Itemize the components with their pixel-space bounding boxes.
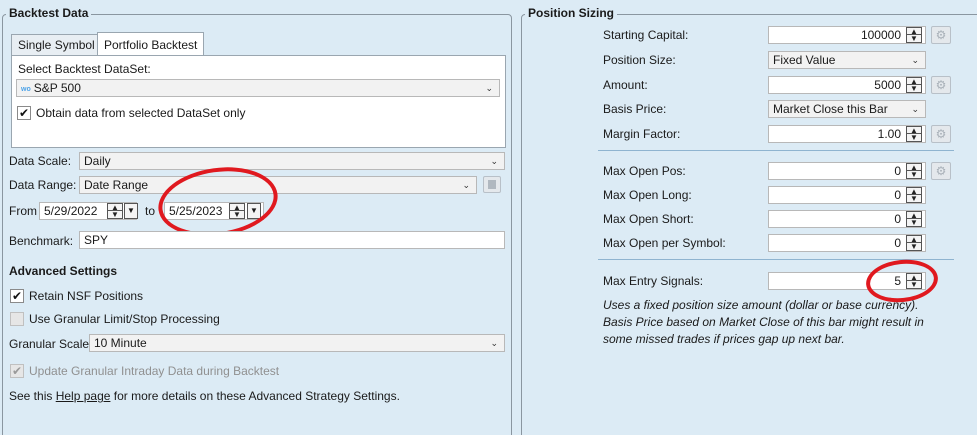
spin-down-icon[interactable]: ▼ [108,211,122,219]
max-open-short-spinner[interactable]: ▲ ▼ [906,211,922,227]
retain-nsf-label: Retain NSF Positions [29,289,144,303]
amount-label: Amount: [603,78,648,92]
amount-input[interactable]: 5000 [768,76,926,94]
spin-down-icon[interactable]: ▼ [907,85,921,93]
max-entry-signals-label: Max Entry Signals: [603,274,704,288]
position-size-select[interactable]: Fixed Value ⌄ [768,51,926,69]
basis-price-label: Basis Price: [603,102,667,116]
data-scale-select[interactable]: Daily ⌄ [79,152,505,170]
divider [598,150,954,151]
margin-factor-gear-icon[interactable]: ⚙ [931,125,951,143]
note-line-2: Basis Price based on Market Close of thi… [603,315,924,329]
spin-down-icon[interactable]: ▼ [907,171,921,179]
from-label: From [9,204,37,218]
spin-down-icon[interactable]: ▼ [907,35,921,43]
position-size-value: Fixed Value [773,53,836,67]
dataset-only-checkbox[interactable]: ✔ [17,106,31,120]
max-open-symbol-input[interactable]: 0 [768,234,926,252]
data-scale-label: Data Scale: [9,154,72,168]
note-line-1: Uses a fixed position size amount (dolla… [603,298,919,312]
tab-single-symbol[interactable]: Single Symbol [11,34,102,56]
starting-capital-label: Starting Capital: [603,28,689,42]
margin-factor-spinner[interactable]: ▲ ▼ [906,126,922,142]
spin-down-icon[interactable]: ▼ [907,195,921,203]
dataset-value: S&P 500 [33,81,81,95]
help-text: See this Help page for more details on t… [9,389,400,403]
max-open-symbol-label: Max Open per Symbol: [603,236,726,250]
tab-portfolio-backtest[interactable]: Portfolio Backtest [97,32,205,56]
position-sizing-title: Position Sizing [525,6,617,20]
data-range-select[interactable]: Date Range ⌄ [79,176,477,194]
max-open-long-label: Max Open Long: [603,188,692,202]
granular-scale-value: 10 Minute [94,336,147,350]
help-page-link[interactable]: Help page [56,389,111,403]
note-line-3: some missed trades if prices gap up next… [603,332,845,346]
position-size-label: Position Size: [603,53,676,67]
dataset-select[interactable]: wo S&P 500 ⌄ [16,79,500,97]
save-icon[interactable] [483,176,501,193]
to-label-text: to [145,204,156,218]
from-date-spinner[interactable]: ▲ ▼ [107,203,123,219]
max-open-pos-spinner[interactable]: ▲ ▼ [906,163,922,179]
amount-gear-icon[interactable]: ⚙ [931,76,951,94]
max-open-symbol-spinner[interactable]: ▲ ▼ [906,235,922,251]
spin-down-icon[interactable]: ▼ [907,219,921,227]
data-range-value: Date Range [84,178,149,192]
granular-limit-checkbox[interactable] [10,312,24,326]
starting-capital-gear-icon[interactable]: ⚙ [931,26,951,44]
granular-limit-label: Use Granular Limit/Stop Processing [29,312,220,326]
benchmark-input[interactable]: SPY [79,231,505,249]
max-open-short-input[interactable]: 0 [768,210,926,228]
max-open-pos-input[interactable]: 0 [768,162,926,180]
max-open-pos-label: Max Open Pos: [603,164,686,178]
granular-scale-select[interactable]: 10 Minute ⌄ [89,334,505,352]
data-scale-value: Daily [84,154,111,168]
spin-down-icon[interactable]: ▼ [907,243,921,251]
update-granular-checkbox[interactable]: ✔ [10,364,24,378]
max-open-pos-gear-icon[interactable]: ⚙ [931,162,951,180]
advanced-settings-heading: Advanced Settings [9,264,118,278]
basis-price-value: Market Close this Bar [773,102,888,116]
chevron-down-icon: ⌄ [490,156,498,166]
help-prefix: See this [9,389,53,403]
spin-down-icon[interactable]: ▼ [907,134,921,142]
chevron-down-icon: ⌄ [911,55,919,65]
benchmark-label: Benchmark: [9,234,74,248]
chevron-down-icon: ⌄ [490,338,498,348]
chevron-down-icon: ⌄ [462,180,470,190]
granular-scale-label: Granular Scale [9,337,90,351]
dataset-icon: wo [21,86,31,93]
update-granular-label: Update Granular Intraday Data during Bac… [29,364,280,378]
chevron-down-icon: ⌄ [911,104,919,114]
chevron-down-icon: ⌄ [485,83,493,93]
starting-capital-spinner[interactable]: ▲ ▼ [906,27,922,43]
amount-spinner[interactable]: ▲ ▼ [906,77,922,93]
margin-factor-input[interactable]: 1.00 [768,125,926,143]
retain-nsf-checkbox[interactable]: ✔ [10,289,24,303]
dataset-only-label: Obtain data from selected DataSet only [36,106,246,120]
backtest-data-title: Backtest Data [6,6,92,20]
max-open-long-input[interactable]: 0 [768,186,926,204]
dataset-label: Select Backtest DataSet: [18,62,151,76]
basis-price-select[interactable]: Market Close this Bar ⌄ [768,100,926,118]
starting-capital-input[interactable]: 100000 [768,26,926,44]
help-suffix: for more details on these Advanced Strat… [113,389,400,403]
data-range-label: Data Range: [9,178,77,192]
max-open-short-label: Max Open Short: [603,212,694,226]
from-date-dropdown-icon[interactable]: ▼ [124,203,138,219]
max-open-long-spinner[interactable]: ▲ ▼ [906,187,922,203]
margin-factor-label: Margin Factor: [603,127,681,141]
